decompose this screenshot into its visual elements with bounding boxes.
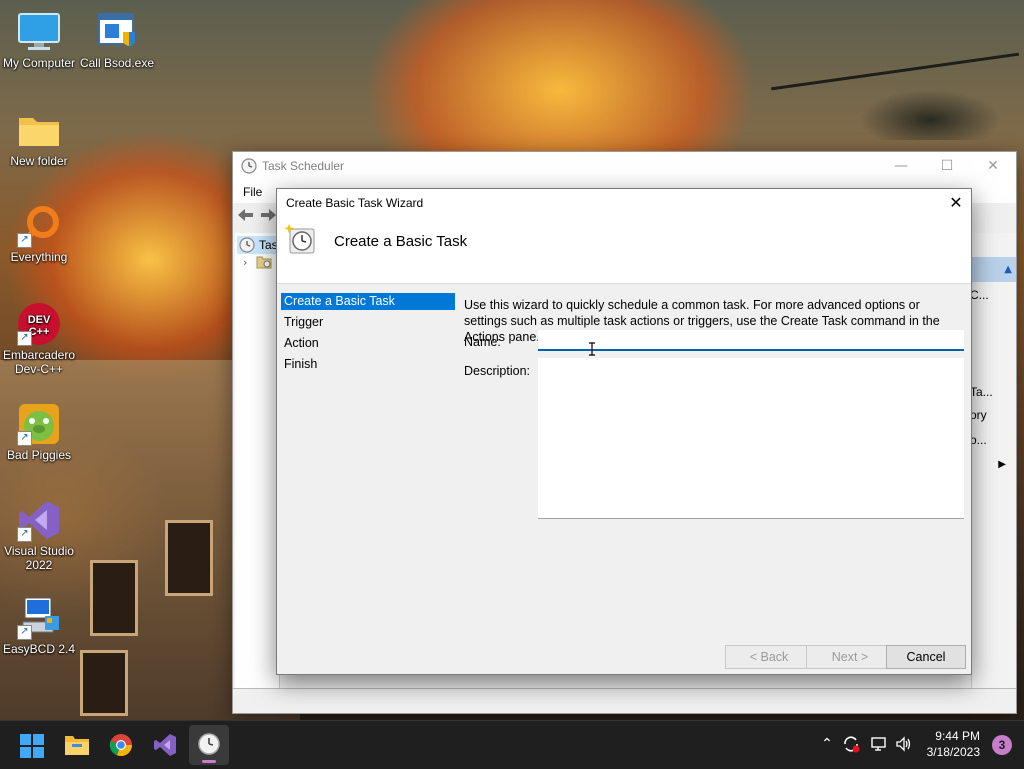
desktop-icon-label: My Computer: [2, 56, 76, 70]
wallpaper-window: [80, 650, 128, 716]
visual-studio-icon: [153, 733, 177, 760]
desktop-icon-label: Visual Studio 2022: [4, 544, 74, 572]
status-bar: [233, 688, 1016, 713]
submenu-arrow-icon[interactable]: ▶: [998, 459, 1006, 470]
wizard-steps: Create a Basic Task Trigger Action Finis…: [281, 293, 455, 377]
chevron-right-icon[interactable]: ›: [243, 256, 247, 269]
shortcut-arrow-icon: ↗: [17, 233, 32, 248]
step-action[interactable]: Action: [281, 335, 455, 356]
step-trigger[interactable]: Trigger: [281, 314, 455, 335]
chrome-icon: [109, 733, 133, 760]
easybcd-icon: ↗: [17, 596, 61, 640]
task-scheduler-icon: [197, 732, 221, 759]
back-button[interactable]: < Back: [725, 645, 813, 669]
create-basic-task-wizard: Create Basic Task Wizard ✕ Create a Basi…: [276, 188, 972, 675]
step-finish[interactable]: Finish: [281, 356, 455, 377]
clock-icon: [239, 237, 255, 256]
chrome-button[interactable]: [101, 725, 141, 765]
wizard-header-title: Create a Basic Task: [334, 233, 468, 250]
pig-icon: ↗: [17, 402, 61, 446]
wallpaper-window: [90, 560, 138, 636]
desktop-icon-my-computer[interactable]: My Computer: [0, 10, 78, 70]
wallpaper-window: [165, 520, 213, 596]
desktop-icon-label: Everything: [10, 250, 68, 264]
name-input[interactable]: [538, 330, 964, 351]
running-indicator: [202, 760, 216, 763]
file-explorer-icon: [64, 734, 90, 759]
back-arrow-icon[interactable]: [237, 207, 255, 226]
clock-icon: [241, 158, 257, 174]
devcpp-icon: DEV C++ ↗: [17, 302, 61, 346]
navigation-tree: Task ›: [235, 233, 284, 688]
desktop-icon-easybcd[interactable]: ↗ EasyBCD 2.4: [0, 596, 78, 656]
desktop-icon-label: New folder: [10, 154, 68, 168]
clock-time: 9:44 PM: [935, 729, 980, 743]
svg-text:DEV: DEV: [28, 314, 51, 326]
close-icon[interactable]: ✕: [970, 152, 1016, 181]
wizard-title: Create Basic Task Wizard: [286, 196, 424, 210]
network-icon[interactable]: [870, 735, 888, 753]
desktop-icon-bad-piggies[interactable]: ↗ Bad Piggies: [0, 402, 78, 462]
desktop-icon-label: Bad Piggies: [6, 448, 72, 462]
desktop-icon-visual-studio[interactable]: ↗ Visual Studio 2022: [0, 498, 78, 572]
chevron-up-icon[interactable]: ⌃: [818, 735, 836, 753]
desktop-icon-label: EasyBCD 2.4: [2, 642, 76, 656]
description-label: Description:: [464, 364, 530, 378]
action-item[interactable]: C...: [970, 288, 989, 302]
system-clock[interactable]: 9:44 PM 3/18/2023: [910, 728, 980, 760]
windows-logo-icon: [20, 734, 44, 761]
wallpaper-helicopter: [840, 60, 1020, 140]
notification-badge[interactable]: 3: [992, 735, 1012, 755]
task-clock-icon: [284, 223, 316, 255]
action-item[interactable]: ory: [970, 408, 987, 422]
task-scheduler-taskbar-button[interactable]: [189, 725, 229, 765]
desktop-icon-new-folder[interactable]: New folder: [0, 108, 78, 168]
cancel-button[interactable]: Cancel: [886, 645, 966, 669]
start-button[interactable]: [12, 725, 52, 765]
shortcut-arrow-icon: ↗: [17, 625, 32, 640]
monitor-icon: [17, 10, 61, 54]
tree-item-task-scheduler[interactable]: Task: [237, 236, 284, 256]
name-label: Name:: [464, 335, 501, 349]
magnifier-icon: ↗: [17, 204, 61, 248]
app-window-shield-icon: [95, 10, 139, 54]
visual-studio-button[interactable]: [145, 725, 185, 765]
clock-date: 3/18/2023: [926, 745, 980, 759]
action-item[interactable]: o...: [970, 433, 987, 447]
window-title: Task Scheduler: [262, 159, 345, 173]
forward-arrow-icon[interactable]: [259, 207, 277, 226]
actions-pane-header[interactable]: ▲: [972, 257, 1016, 282]
desktop-icon-devcpp[interactable]: DEV C++ ↗ Embarcadero Dev-C++: [0, 302, 78, 376]
collapse-up-icon[interactable]: ▲: [1004, 264, 1012, 275]
minimize-icon[interactable]: —: [878, 152, 924, 181]
description-textarea[interactable]: [538, 358, 964, 519]
desktop-icon-label: Embarcadero Dev-C++: [2, 348, 76, 376]
wizard-titlebar[interactable]: Create Basic Task Wizard ✕: [277, 189, 971, 217]
actions-pane: ▲ C... Ta... ory o... ▶: [970, 233, 1016, 693]
desktop-icon-everything[interactable]: ↗ Everything: [0, 204, 78, 264]
sync-alert-icon[interactable]: [842, 735, 860, 753]
desktop-icon-call-bsod[interactable]: Call Bsod.exe: [78, 10, 156, 70]
shortcut-arrow-icon: ↗: [17, 527, 32, 542]
text-cursor-icon: [588, 342, 596, 356]
taskbar: ⌃ 9:44 PM 3/18/2023 3: [0, 720, 1024, 769]
maximize-icon[interactable]: ☐: [924, 152, 970, 181]
step-create-basic-task[interactable]: Create a Basic Task: [281, 293, 455, 310]
task-scheduler-titlebar[interactable]: Task Scheduler — ☐ ✕: [233, 152, 1016, 181]
visual-studio-icon: ↗: [17, 498, 61, 542]
close-icon[interactable]: ✕: [941, 189, 971, 217]
folder-icon: [17, 108, 61, 152]
shortcut-arrow-icon: ↗: [17, 431, 32, 446]
file-explorer-button[interactable]: [57, 725, 97, 765]
menu-file[interactable]: File: [243, 185, 262, 199]
next-button[interactable]: Next >: [806, 645, 894, 669]
wizard-header: Create a Basic Task: [277, 217, 971, 284]
desktop-icon-label: Call Bsod.exe: [79, 56, 155, 70]
shortcut-arrow-icon: ↗: [17, 331, 32, 346]
action-item[interactable]: Ta...: [970, 385, 993, 399]
folder-clock-icon: [256, 255, 272, 272]
